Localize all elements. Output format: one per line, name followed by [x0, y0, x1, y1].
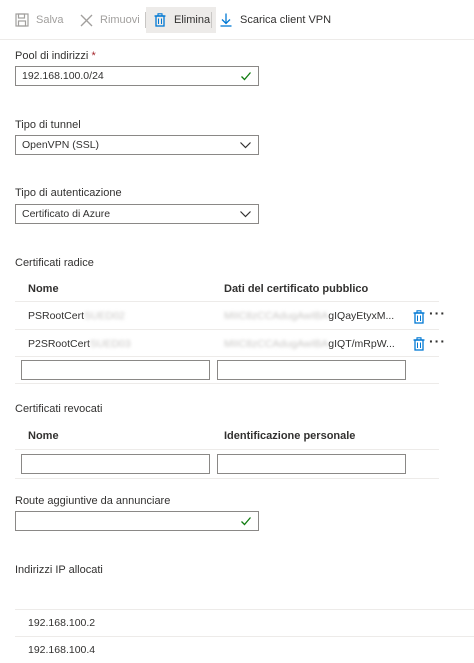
- command-bar: Salva Rimuovi Elimina Scarica client VPN: [0, 0, 474, 40]
- more-options-icon[interactable]: ···: [429, 305, 446, 321]
- revoked-cert-name-input[interactable]: [21, 454, 210, 474]
- cert-data: gIQayEtyxM...: [328, 310, 395, 322]
- remove-label: Rimuovi: [100, 14, 140, 26]
- tunnel-type-label: Tipo di tunnel: [15, 119, 81, 131]
- row-divider: [15, 329, 439, 330]
- root-cert-row-2-name[interactable]: P2SRootCertSUED03: [28, 338, 131, 350]
- root-certs-label: Certificati radice: [15, 257, 94, 269]
- save-label: Salva: [36, 14, 64, 26]
- root-certs-col-data: Dati del certificato pubblico: [224, 283, 369, 295]
- redacted-text: MIIC8zCCAdugAwIBA: [224, 338, 329, 350]
- checkmark-icon: [240, 70, 252, 82]
- download-icon: [218, 12, 234, 28]
- allocated-ip-item: 192.168.100.2: [28, 617, 96, 629]
- checkmark-icon: [240, 515, 252, 527]
- revoked-cert-thumbprint-input[interactable]: [217, 454, 406, 474]
- allocated-ip-item: 192.168.100.4: [28, 644, 96, 656]
- trash-icon[interactable]: [413, 310, 425, 324]
- root-cert-row-1-data[interactable]: MIIC8zCCAdugAwIBAgIQayEtyxM...: [224, 310, 394, 322]
- new-root-cert-name-input[interactable]: [21, 360, 210, 380]
- delete-button[interactable]: Elimina: [146, 7, 217, 33]
- address-pool-label: Pool di indirizzi *: [15, 50, 96, 62]
- root-certs-col-name: Nome: [28, 283, 59, 295]
- additional-routes-label: Route aggiuntive da annunciare: [15, 495, 171, 507]
- toolbar-separator: [211, 12, 212, 28]
- row-divider: [15, 383, 439, 384]
- close-icon: [78, 12, 94, 28]
- delete-label: Elimina: [174, 14, 211, 26]
- auth-type-label: Tipo di autenticazione: [15, 187, 122, 199]
- required-mark: *: [91, 50, 96, 62]
- revoked-certs-label: Certificati revocati: [15, 403, 103, 415]
- address-pool-input[interactable]: 192.168.100.0/24: [15, 66, 259, 86]
- allocated-ips-label: Indirizzi IP allocati: [15, 564, 103, 576]
- row-divider: [15, 609, 474, 610]
- remove-button[interactable]: Rimuovi: [78, 7, 140, 33]
- tunnel-type-dropdown[interactable]: OpenVPN (SSL): [15, 135, 259, 155]
- row-divider: [15, 478, 439, 479]
- more-options-icon[interactable]: ···: [429, 333, 446, 349]
- row-divider: [15, 449, 439, 450]
- address-pool-value: 192.168.100.0/24: [22, 70, 104, 82]
- redacted-text: SUED02: [84, 310, 125, 322]
- row-divider: [15, 636, 474, 637]
- trash-icon: [152, 12, 168, 28]
- save-icon: [14, 12, 30, 28]
- chevron-down-icon: [239, 208, 252, 220]
- revoked-certs-col-name: Nome: [28, 430, 59, 442]
- download-label: Scarica client VPN: [240, 14, 332, 26]
- download-vpn-client-button[interactable]: Scarica client VPN: [218, 7, 331, 33]
- address-pool-label-text: Pool di indirizzi: [15, 50, 89, 62]
- revoked-certs-col-thumbprint: Identificazione personale: [224, 430, 356, 442]
- cert-data: gIQT/mRpW...: [328, 338, 395, 350]
- cert-name: P2SRootCert: [28, 338, 90, 350]
- root-cert-row-2-data[interactable]: MIIC8zCCAdugAwIBAgIQT/mRpW...: [224, 338, 395, 350]
- additional-routes-input[interactable]: [15, 511, 259, 531]
- row-divider: [15, 301, 439, 302]
- redacted-text: SUED03: [89, 338, 131, 350]
- auth-type-value: Certificato di Azure: [22, 208, 111, 220]
- trash-icon[interactable]: [413, 337, 425, 351]
- row-divider: [15, 356, 439, 357]
- cert-name: PSRootCert: [28, 310, 85, 322]
- root-cert-row-1-name[interactable]: PSRootCertSUED02: [28, 310, 125, 322]
- tunnel-type-value: OpenVPN (SSL): [22, 139, 100, 151]
- save-button[interactable]: Salva: [14, 7, 64, 33]
- redacted-text: MIIC8zCCAdugAwIBA: [224, 310, 329, 322]
- chevron-down-icon: [239, 139, 252, 151]
- new-root-cert-data-input[interactable]: [217, 360, 406, 380]
- auth-type-dropdown[interactable]: Certificato di Azure: [15, 204, 259, 224]
